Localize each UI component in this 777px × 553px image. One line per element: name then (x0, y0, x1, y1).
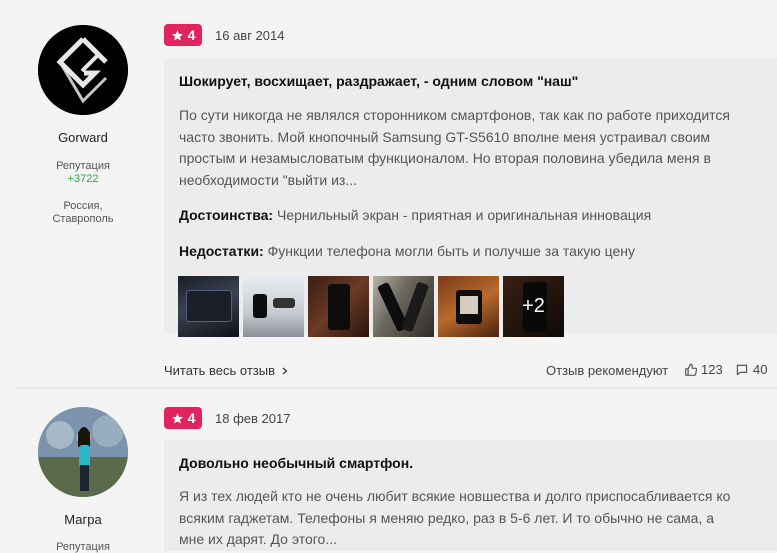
review-card: Gorward Репутация +3722 Россия, Ставропо… (0, 0, 777, 387)
author-name[interactable]: Gorward (20, 130, 146, 145)
comments-count: 40 (753, 362, 768, 377)
review-date: 16 авг 2014 (215, 28, 285, 43)
more-photos-count: +2 (503, 276, 564, 337)
comments-button[interactable]: 40 (735, 362, 767, 377)
rating-value: 4 (187, 410, 196, 426)
read-full-review-link[interactable]: Читать весь отзыв (164, 363, 289, 378)
like-button[interactable]: 123 (684, 362, 723, 377)
cons-text: Функции телефона могли быть и получше за… (267, 243, 635, 259)
photo-thumbnail-more[interactable]: +2 (503, 276, 564, 337)
review-date: 18 фев 2017 (215, 411, 291, 426)
reputation-label: Репутация (56, 160, 110, 172)
photo-thumbnail[interactable] (308, 276, 369, 337)
author-name[interactable]: Магра (20, 512, 146, 527)
photo-thumbnail[interactable] (438, 276, 499, 337)
photo-thumbnail[interactable] (178, 276, 239, 337)
avatar[interactable] (38, 407, 128, 497)
review-pros: Достоинства: Чернильный экран - приятная… (179, 207, 651, 223)
avatar[interactable] (38, 25, 128, 115)
review-title[interactable]: Довольно необычный смартфон. (179, 455, 413, 471)
recommends-label: Отзыв рекомендуют (546, 363, 669, 378)
read-more-label: Читать весь отзыв (164, 363, 276, 378)
rating-value: 4 (187, 27, 196, 43)
star-icon (171, 29, 183, 40)
review-title[interactable]: Шокирует, восхищает, раздражает, - одним… (179, 73, 578, 89)
pros-label: Достоинства: (179, 207, 274, 223)
review-excerpt[interactable]: Я из тех людей кто не очень любит всякие… (179, 486, 739, 551)
cons-label: Недостатки: (179, 243, 264, 259)
likes-count: 123 (701, 362, 723, 377)
reputation-label: Репутация (56, 541, 110, 553)
photo-gallery: +2 (178, 276, 564, 337)
thumbs-up-icon (685, 363, 698, 376)
author-location: Россия, Ставрополь (52, 200, 114, 225)
pros-text: Чернильный экран - приятная и оригинальн… (277, 207, 652, 223)
chevron-right-icon (282, 367, 288, 374)
comment-icon (736, 364, 748, 375)
rating-badge: 4 (164, 407, 202, 429)
photo-thumbnail[interactable] (373, 276, 434, 337)
review-card: Магра Репутация 4 18 фев 2017 Довольно н… (0, 389, 777, 553)
avatar-logo-image (38, 25, 128, 115)
avatar-photo (38, 407, 128, 497)
star-icon (171, 412, 183, 423)
photo-thumbnail[interactable] (243, 276, 304, 337)
review-excerpt[interactable]: По сути никогда не являлся сторонником с… (179, 105, 739, 191)
reputation-value: +3722 (67, 173, 99, 185)
rating-badge: 4 (164, 24, 202, 46)
review-cons: Недостатки: Функции телефона могли быть … (179, 243, 635, 259)
